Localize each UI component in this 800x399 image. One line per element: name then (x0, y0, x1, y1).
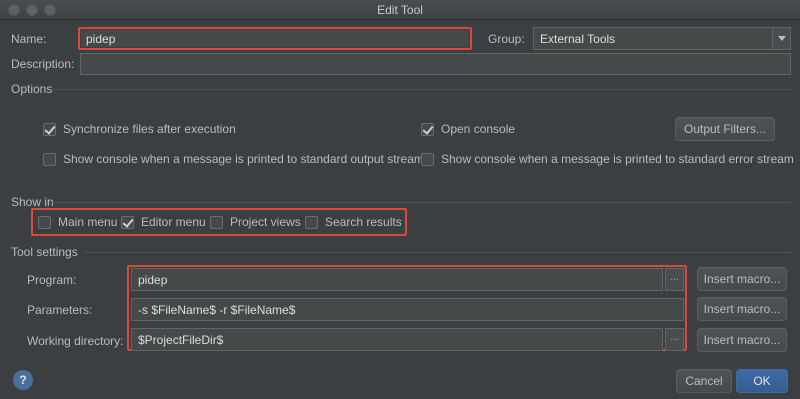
tool-settings-section-title: Tool settings (11, 245, 78, 259)
program-insert-macro-button[interactable]: Insert macro... (697, 267, 787, 291)
options-section-title: Options (11, 82, 53, 96)
working-directory-input[interactable] (131, 328, 663, 351)
show-in-divider (50, 202, 791, 203)
working-directory-insert-macro-button[interactable]: Insert macro... (697, 328, 787, 352)
cancel-button[interactable]: Cancel (676, 369, 732, 393)
parameters-input[interactable] (131, 298, 684, 321)
description-input[interactable] (80, 53, 791, 75)
parameters-insert-macro-button[interactable]: Insert macro... (697, 297, 787, 321)
search-results-checkbox-row[interactable]: Search results (305, 215, 402, 229)
group-label: Group: (488, 32, 525, 46)
name-input[interactable] (81, 30, 469, 47)
open-console-checkbox[interactable] (421, 122, 434, 136)
editor-menu-label: Editor menu (141, 215, 206, 229)
program-label: Program: (27, 273, 77, 287)
project-views-checkbox-row[interactable]: Project views (210, 215, 301, 229)
show-console-stderr-label: Show console when a message is printed t… (441, 152, 794, 166)
description-label: Description: (11, 57, 75, 71)
window-title: Edit Tool (377, 3, 423, 17)
options-divider (52, 89, 791, 90)
group-select-value: External Tools (540, 32, 616, 46)
program-browse-button[interactable]: ... (665, 268, 684, 291)
open-console-label: Open console (441, 122, 516, 136)
tool-settings-divider (84, 252, 791, 253)
main-menu-checkbox-row[interactable]: Main menu (38, 215, 117, 229)
show-console-stderr-row[interactable]: Show console when a message is printed t… (421, 152, 794, 166)
search-results-label: Search results (325, 215, 402, 229)
main-menu-label: Main menu (58, 215, 118, 229)
show-console-stderr-checkbox[interactable] (421, 152, 434, 166)
output-filters-button[interactable]: Output Filters... (675, 117, 775, 141)
working-directory-label: Working directory: (27, 334, 124, 348)
project-views-checkbox[interactable] (210, 215, 223, 229)
parameters-label: Parameters: (27, 303, 93, 317)
name-label: Name: (11, 32, 47, 46)
show-console-stdout-row[interactable]: Show console when a message is printed t… (43, 152, 424, 166)
group-select[interactable]: External Tools (533, 27, 791, 50)
title-bar: Edit Tool (0, 0, 800, 20)
sync-files-checkbox[interactable] (43, 122, 56, 136)
search-results-checkbox[interactable] (305, 215, 318, 229)
chevron-down-icon[interactable] (772, 28, 790, 49)
help-icon[interactable]: ? (13, 370, 33, 390)
program-input[interactable] (131, 268, 663, 291)
editor-menu-checkbox[interactable] (121, 215, 134, 229)
ok-button[interactable]: OK (736, 369, 788, 393)
editor-menu-checkbox-row[interactable]: Editor menu (121, 215, 206, 229)
show-in-section-title: Show in (11, 195, 54, 209)
sync-files-label: Synchronize files after execution (63, 122, 236, 136)
main-menu-checkbox[interactable] (38, 215, 51, 229)
show-console-stdout-checkbox[interactable] (43, 152, 56, 166)
open-console-checkbox-row[interactable]: Open console (421, 122, 515, 136)
show-console-stdout-label: Show console when a message is printed t… (63, 152, 424, 166)
sync-files-checkbox-row[interactable]: Synchronize files after execution (43, 122, 236, 136)
project-views-label: Project views (230, 215, 301, 229)
working-directory-browse-button[interactable]: ... (665, 328, 684, 351)
